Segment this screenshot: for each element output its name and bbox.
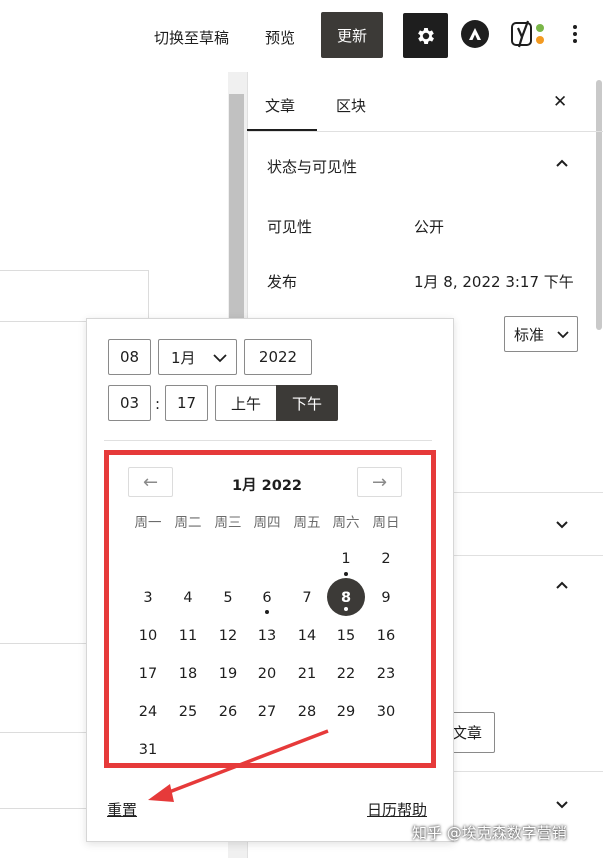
day-input[interactable]: 08 bbox=[108, 339, 151, 375]
month-select[interactable]: 1月 bbox=[158, 339, 237, 375]
time-separator: : bbox=[155, 395, 161, 413]
post-action-label: 文章 bbox=[451, 724, 482, 742]
close-sidebar-icon[interactable]: ✕ bbox=[553, 92, 567, 112]
canvas-scrollbar-thumb[interactable] bbox=[229, 94, 244, 354]
sidebar-divider bbox=[247, 131, 603, 132]
update-button[interactable]: 更新 bbox=[321, 12, 383, 58]
settings-button[interactable] bbox=[403, 13, 448, 58]
more-vertical-icon[interactable] bbox=[570, 22, 580, 50]
pm-button[interactable]: 下午 bbox=[276, 385, 338, 421]
astra-logo-icon bbox=[469, 28, 481, 40]
watermark-text: 知乎 @埃克森数字营销 bbox=[412, 824, 567, 842]
post-format-value: 标准 bbox=[514, 325, 545, 344]
year-input[interactable]: 2022 bbox=[244, 339, 312, 375]
gear-icon bbox=[417, 27, 434, 44]
post-format-select[interactable]: 标准 bbox=[504, 316, 578, 352]
am-button[interactable]: 上午 bbox=[215, 385, 276, 421]
preview-button[interactable]: 预览 bbox=[265, 27, 295, 48]
tab-block[interactable]: 区块 bbox=[336, 95, 366, 116]
publish-date-button[interactable]: 1月 8, 2022 3:17 下午 bbox=[414, 271, 574, 292]
annotation-arrow bbox=[148, 729, 329, 802]
panel-title-status-visibility[interactable]: 状态与可见性 bbox=[267, 156, 357, 177]
yoast-seo-button[interactable] bbox=[509, 20, 549, 50]
editor-divider bbox=[0, 643, 86, 644]
chevron-down-icon[interactable] bbox=[555, 518, 569, 532]
highlight-annotation-box bbox=[104, 450, 436, 768]
publish-label: 发布 bbox=[267, 273, 298, 291]
chevron-down-icon[interactable] bbox=[555, 798, 569, 812]
chevron-down-icon bbox=[213, 354, 227, 363]
editor-divider bbox=[0, 732, 86, 733]
chevron-up-icon[interactable] bbox=[555, 156, 569, 170]
editor-block[interactable] bbox=[0, 270, 149, 322]
switch-to-draft-button[interactable]: 切换至草稿 bbox=[154, 27, 229, 48]
reset-link[interactable]: 重置 bbox=[107, 799, 137, 820]
hour-input[interactable]: 03 bbox=[108, 385, 151, 421]
month-select-value: 1月 bbox=[171, 348, 196, 367]
minute-input[interactable]: 17 bbox=[165, 385, 208, 421]
chevron-down-icon bbox=[557, 331, 569, 339]
editor-divider bbox=[0, 808, 86, 809]
astra-plugin-button[interactable] bbox=[461, 20, 489, 48]
picker-divider bbox=[104, 440, 432, 441]
sidebar-scrollbar-thumb[interactable] bbox=[596, 80, 602, 330]
chevron-up-icon[interactable] bbox=[555, 578, 569, 592]
calendar-help-link[interactable]: 日历帮助 bbox=[367, 799, 427, 820]
tab-post[interactable]: 文章 bbox=[265, 95, 295, 116]
visibility-label: 可见性 bbox=[267, 218, 313, 236]
visibility-value-button[interactable]: 公开 bbox=[414, 216, 444, 237]
yoast-seo-icon bbox=[511, 20, 544, 48]
